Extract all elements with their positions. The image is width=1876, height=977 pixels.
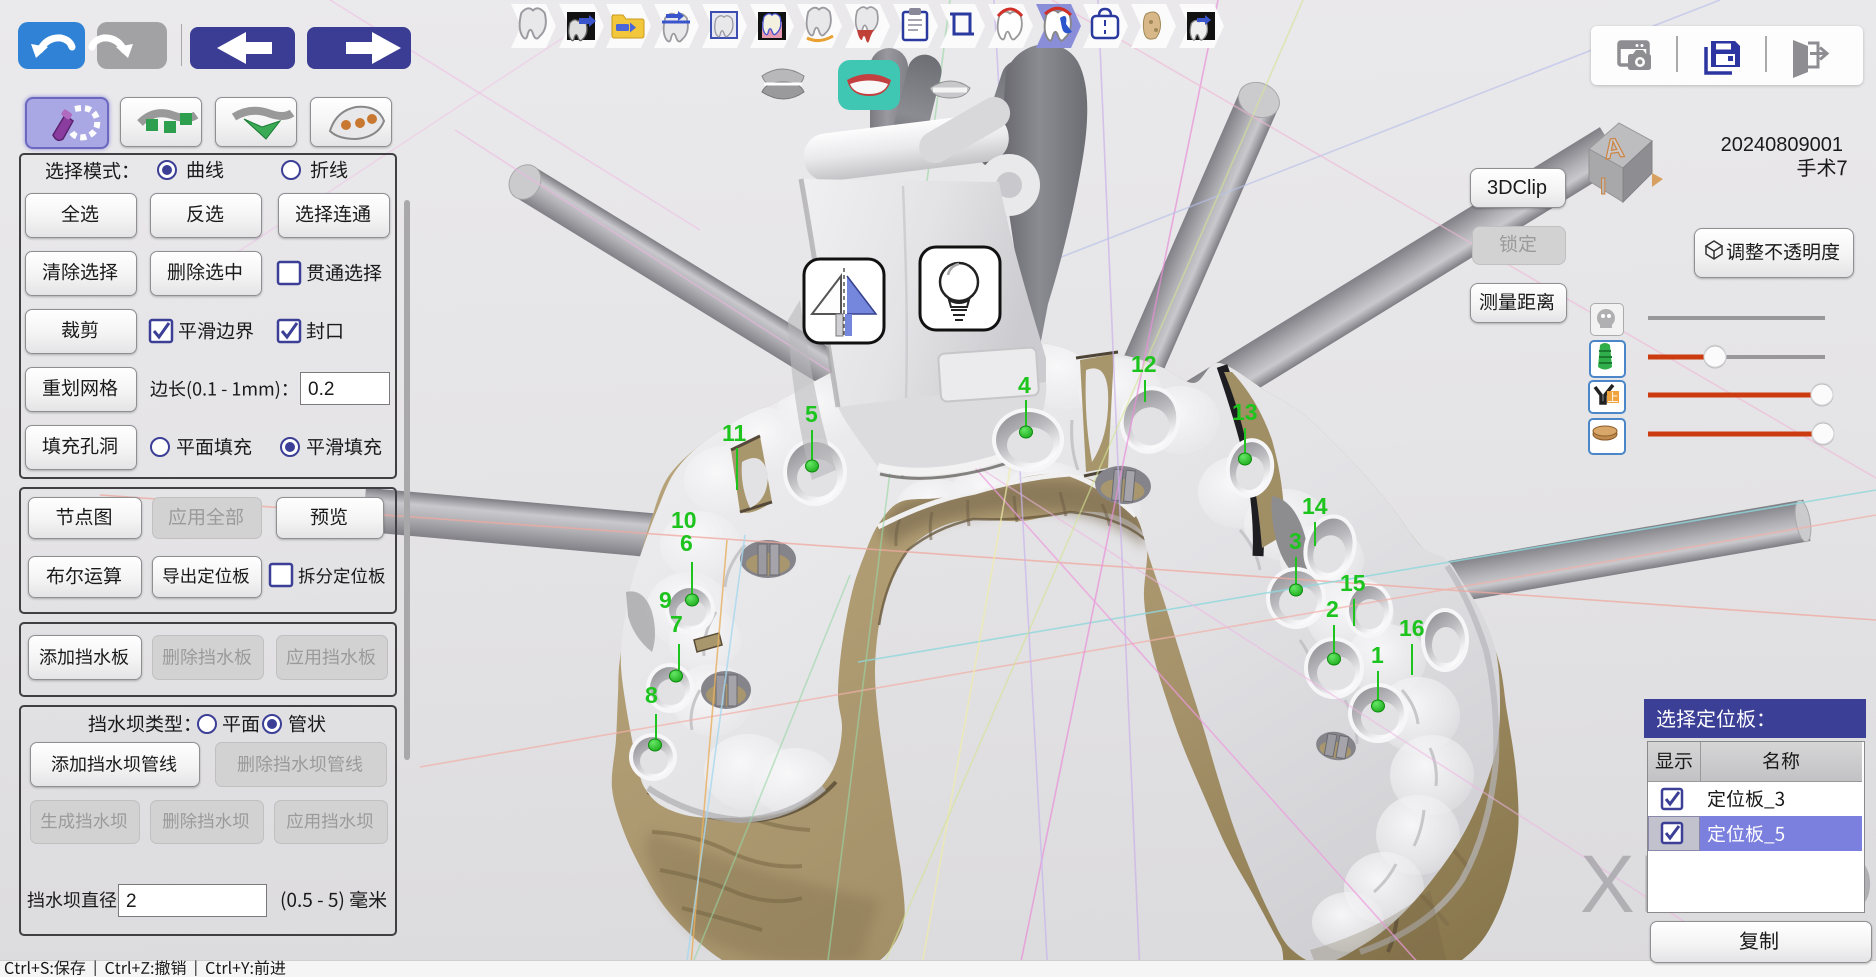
svg-text:I: I xyxy=(1600,173,1606,199)
svg-text:2: 2 xyxy=(126,891,137,912)
svg-text:A: A xyxy=(1602,132,1626,166)
svg-text:3DClip: 3DClip xyxy=(1487,177,1547,199)
svg-text:0.2: 0.2 xyxy=(308,379,334,400)
svg-text:20240809001: 20240809001 xyxy=(1721,134,1843,156)
svg-text:上: 上 xyxy=(1608,391,1619,404)
